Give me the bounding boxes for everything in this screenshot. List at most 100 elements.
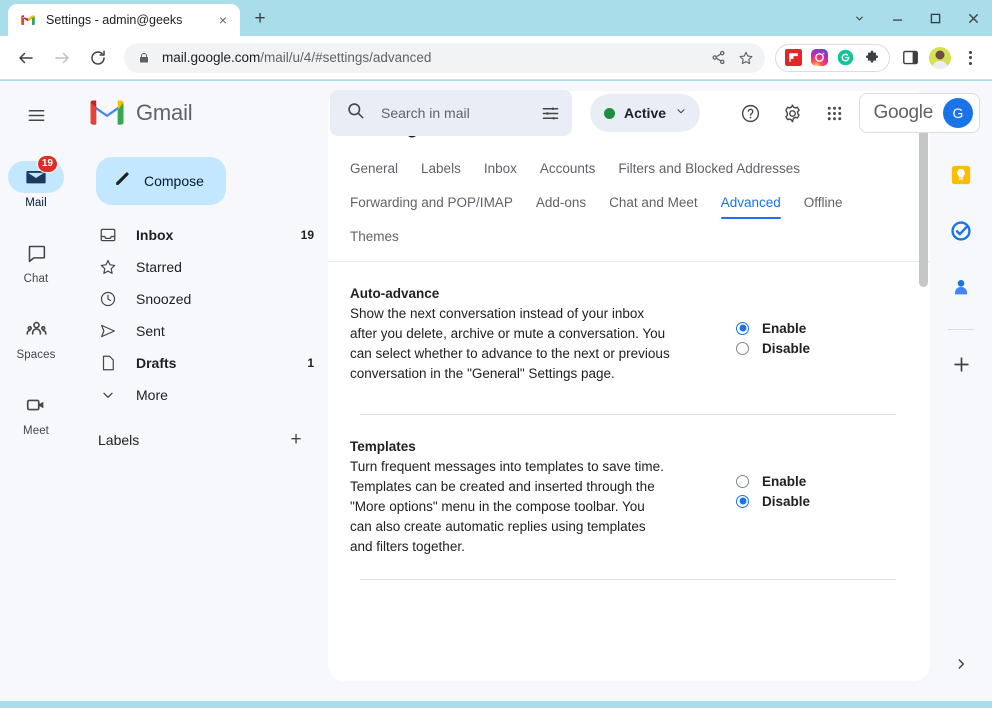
omnibox-actions: [705, 45, 759, 71]
apps-grid-icon[interactable]: [817, 95, 853, 131]
meet-icon: [8, 389, 64, 421]
nav-item-sent[interactable]: Sent: [72, 319, 328, 343]
radio-disable-indicator[interactable]: [736, 494, 749, 508]
section-options: Enable Disable: [736, 439, 810, 511]
nav-label-snoozed: Snoozed: [136, 291, 192, 307]
section-title: Templates: [350, 439, 416, 454]
tab-search-chevron-down-icon[interactable]: [840, 2, 878, 34]
search-placeholder: Search in mail: [381, 105, 470, 121]
close-icon[interactable]: ×: [214, 11, 232, 29]
tab-themes[interactable]: Themes: [350, 223, 399, 253]
search-input[interactable]: Search in mail: [330, 90, 572, 136]
radio-option-disable[interactable]: Disable: [736, 491, 810, 511]
radio-enable-label: Enable: [762, 473, 807, 489]
tab-add-ons[interactable]: Add-ons: [536, 189, 586, 219]
chevron-down-icon: [98, 387, 118, 403]
hamburger-icon[interactable]: [14, 93, 58, 137]
keep-icon[interactable]: [941, 155, 981, 195]
expand-side-panel-chevron-right-icon[interactable]: [946, 649, 976, 679]
radio-disable-label: Disable: [762, 493, 811, 509]
account-name: Google: [873, 102, 934, 123]
tune-icon[interactable]: [536, 99, 564, 127]
radio-option-enable[interactable]: Enable: [736, 471, 810, 491]
section-auto-advance: Auto-advance Show the next conversation …: [328, 262, 930, 415]
gmail-nav-list: Inbox 19 Starred Snoozed Sent Drafts 1 M…: [72, 223, 328, 407]
settings-card: Settings General Labels Inbox: [328, 91, 930, 681]
rail-item-mail[interactable]: 19 Mail: [5, 155, 67, 209]
reload-icon[interactable]: [83, 43, 113, 73]
draft-icon: [98, 354, 118, 372]
labels-title: Labels: [98, 432, 140, 448]
tab-filters-and-blocked-addresses[interactable]: Filters and Blocked Addresses: [618, 155, 800, 185]
status-chip[interactable]: Active: [590, 94, 701, 132]
radio-enable-indicator[interactable]: [736, 474, 749, 488]
nav-item-more[interactable]: More: [72, 383, 328, 407]
nav-item-inbox[interactable]: Inbox 19: [72, 223, 328, 247]
search-icon: [346, 101, 365, 125]
profile-avatar[interactable]: [926, 44, 954, 72]
new-tab-button[interactable]: +: [246, 5, 274, 33]
radio-disable-indicator[interactable]: [736, 341, 749, 355]
grammarly-icon[interactable]: [837, 49, 854, 66]
browser-tab[interactable]: Settings - admin@geeks ×: [8, 4, 240, 36]
send-icon: [98, 322, 118, 340]
pencil-icon: [113, 169, 132, 193]
google-account-button[interactable]: Google G: [858, 93, 980, 133]
tab-accounts[interactable]: Accounts: [540, 155, 596, 185]
clock-icon: [98, 290, 118, 308]
tasks-icon[interactable]: [941, 211, 981, 251]
contacts-icon[interactable]: [941, 267, 981, 307]
gmail-page: 19 Mail Chat Spaces Meet Gmail Compose I…: [0, 81, 992, 701]
browser-toolbar: mail.google.com/mail/u/4/#settings/advan…: [0, 36, 992, 80]
add-label-button[interactable]: +: [284, 428, 308, 452]
share-icon[interactable]: [705, 45, 731, 71]
side-panel-icon[interactable]: [896, 44, 924, 72]
gmail-brand[interactable]: Gmail: [72, 89, 328, 137]
address-bar[interactable]: mail.google.com/mail/u/4/#settings/advan…: [124, 42, 765, 73]
add-app-button[interactable]: [941, 344, 981, 384]
tab-advanced[interactable]: Advanced: [720, 189, 781, 219]
nav-item-drafts[interactable]: Drafts 1: [72, 351, 328, 375]
nav-label-inbox: Inbox: [136, 227, 174, 243]
nav-label-sent: Sent: [136, 323, 165, 339]
flipboard-icon[interactable]: [785, 49, 802, 66]
tab-inbox[interactable]: Inbox: [484, 155, 517, 185]
radio-option-disable[interactable]: Disable: [736, 338, 810, 358]
rail-item-spaces[interactable]: Spaces: [5, 311, 67, 361]
tab-forwarding-and-pop-imap[interactable]: Forwarding and POP/IMAP: [350, 189, 513, 219]
tab-chat-and-meet[interactable]: Chat and Meet: [609, 189, 698, 219]
gmail-brand-text: Gmail: [136, 100, 193, 125]
browser-titlebar: Settings - admin@geeks × +: [0, 0, 992, 36]
settings-scrollbar[interactable]: [919, 97, 928, 477]
close-window-icon[interactable]: [954, 2, 992, 34]
compose-button[interactable]: Compose: [96, 157, 226, 205]
radio-enable-indicator[interactable]: [736, 321, 749, 335]
radio-enable-label: Enable: [762, 320, 807, 336]
help-icon[interactable]: [733, 95, 769, 131]
back-arrow-icon[interactable]: [11, 43, 41, 73]
chrome-menu-icon[interactable]: [956, 44, 984, 72]
nav-item-snoozed[interactable]: Snoozed: [72, 287, 328, 311]
forward-arrow-icon[interactable]: [47, 43, 77, 73]
instagram-icon[interactable]: [811, 49, 828, 66]
puzzle-icon[interactable]: [863, 49, 880, 66]
tab-labels[interactable]: Labels: [421, 155, 461, 185]
tab-general[interactable]: General: [350, 155, 398, 185]
extensions-pill: [775, 43, 890, 72]
settings-content: Settings General Labels Inbox: [328, 81, 930, 701]
inbox-icon: [98, 226, 118, 244]
url-text: mail.google.com/mail/u/4/#settings/advan…: [162, 50, 705, 65]
radio-option-enable[interactable]: Enable: [736, 318, 810, 338]
maximize-icon[interactable]: [916, 2, 954, 34]
minimize-icon[interactable]: [878, 2, 916, 34]
section-description: Turn frequent messages into templates to…: [350, 459, 664, 554]
nav-item-starred[interactable]: Starred: [72, 255, 328, 279]
mail-icon: 19: [8, 155, 64, 193]
rail-item-chat[interactable]: Chat: [5, 235, 67, 285]
star-icon[interactable]: [733, 45, 759, 71]
star-outline-icon: [98, 258, 118, 276]
gear-icon[interactable]: [775, 95, 811, 131]
rail-item-meet[interactable]: Meet: [5, 387, 67, 437]
labels-header: Labels +: [72, 423, 328, 457]
tab-offline[interactable]: Offline: [804, 189, 843, 219]
